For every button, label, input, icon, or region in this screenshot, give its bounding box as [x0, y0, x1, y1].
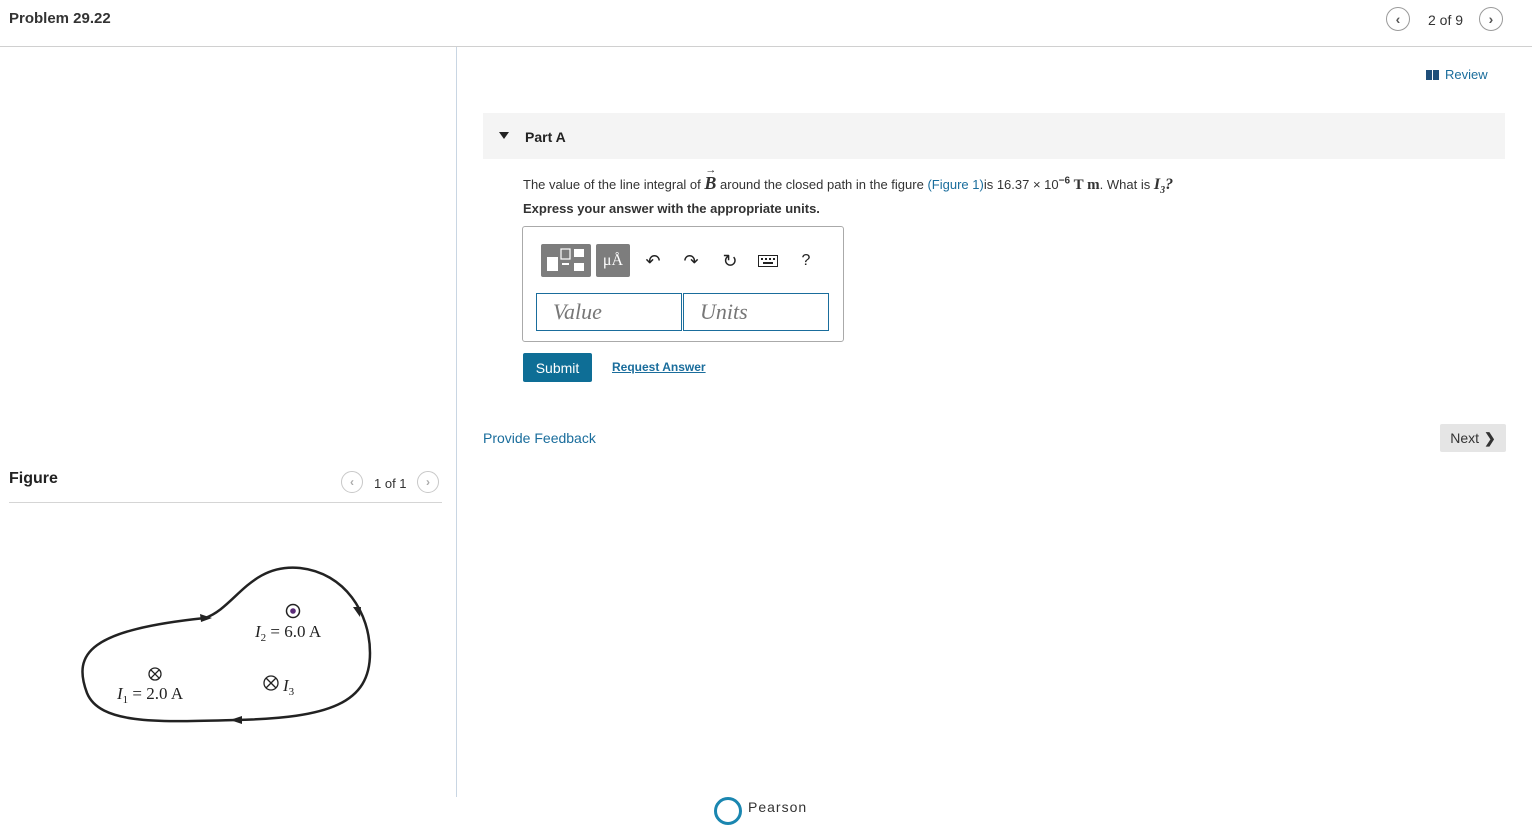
next-button[interactable]: Next ❯ [1440, 424, 1506, 452]
help-button[interactable]: ? [794, 249, 818, 273]
pearson-brand: Pearson [748, 799, 808, 815]
path-arrow [230, 716, 242, 724]
question-text: The value of the line integral of → B aro… [523, 164, 1174, 197]
i3-label: I3 [282, 676, 295, 698]
next-problem-button[interactable]: › [1479, 7, 1503, 31]
request-answer-link[interactable]: Request Answer [612, 360, 706, 374]
chevron-right-icon: ❯ [1484, 429, 1496, 446]
redo-icon[interactable]: ↷ [679, 249, 703, 273]
pearson-logo [714, 797, 742, 825]
chevron-left-icon: ‹ [1395, 11, 1401, 27]
part-a-header[interactable] [483, 113, 1505, 159]
problem-counter: 2 of 9 [1428, 12, 1464, 28]
submit-button[interactable]: Submit [523, 353, 592, 382]
provide-feedback-link[interactable]: Provide Feedback [483, 430, 596, 446]
units-input[interactable] [683, 293, 829, 331]
value-input[interactable] [536, 293, 682, 331]
templates-icon [547, 248, 584, 271]
review-link[interactable]: Review [1426, 67, 1488, 82]
problem-title: Problem 29.22 [9, 10, 111, 27]
i1-label: I1 = 2.0 A [116, 684, 184, 706]
previous-problem-button[interactable]: ‹ [1386, 7, 1410, 31]
caret-down-icon[interactable] [499, 132, 509, 139]
units-button[interactable]: μÅ [596, 244, 630, 277]
undo-icon[interactable]: ↶ [641, 249, 665, 273]
chevron-right-icon: › [426, 475, 430, 489]
figure-previous-button[interactable]: ‹ [341, 471, 363, 493]
review-label: Review [1445, 67, 1488, 82]
path-arrow [353, 607, 361, 617]
keyboard-icon[interactable] [756, 249, 780, 273]
header-bar [0, 0, 1532, 47]
figure-link[interactable]: (Figure 1) [927, 177, 983, 192]
part-a-label: Part A [525, 129, 566, 145]
figure-heading: Figure [9, 470, 58, 487]
figure-next-button[interactable]: › [417, 471, 439, 493]
templates-button[interactable] [541, 244, 591, 277]
figure-diagram: I2 = 6.0 A I1 = 2.0 A I3 [81, 566, 372, 724]
reset-icon[interactable]: ↻ [718, 249, 742, 273]
chevron-left-icon: ‹ [350, 475, 354, 489]
chevron-right-icon: › [1488, 11, 1494, 27]
figure-counter: 1 of 1 [374, 476, 407, 491]
book-icon [1426, 69, 1439, 80]
instruction-text: Express your answer with the appropriate… [523, 201, 820, 216]
i2-label: I2 = 6.0 A [254, 622, 322, 644]
next-label: Next [1450, 430, 1480, 446]
pane-divider [456, 47, 457, 797]
vector-b-symbol: → B [704, 164, 717, 193]
